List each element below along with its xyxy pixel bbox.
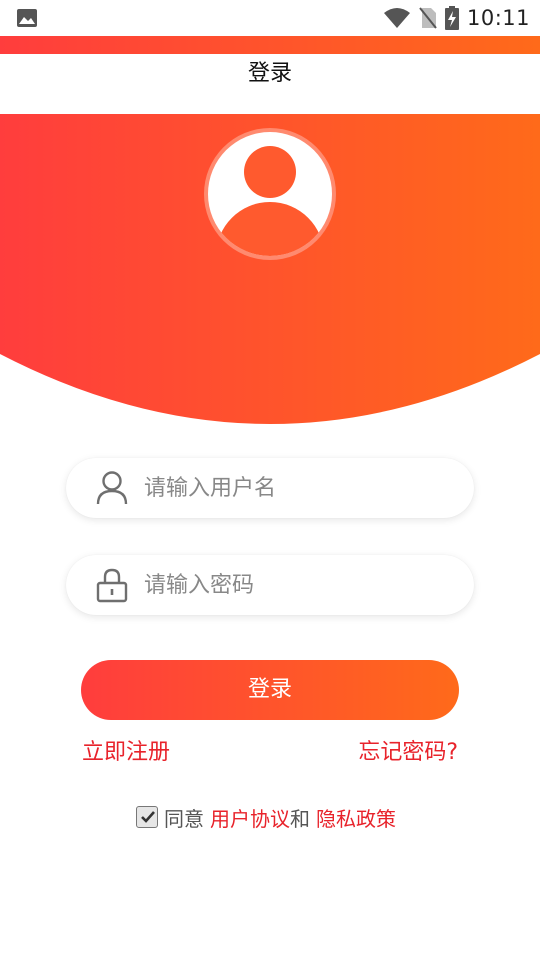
agreement-row: 同意 用户协议 和 隐私政策 — [136, 802, 396, 832]
status-bar: 10:11 — [0, 0, 540, 36]
register-link[interactable]: 立即注册 — [82, 736, 170, 770]
wifi-icon — [383, 8, 410, 28]
agreement-prefix: 同意 — [164, 806, 204, 831]
username-input[interactable] — [144, 466, 454, 510]
status-time: 10:11 — [466, 6, 530, 30]
lock-icon — [96, 568, 128, 603]
page-title: 登录 — [247, 61, 292, 86]
avatar — [204, 128, 336, 260]
password-input[interactable] — [144, 563, 454, 607]
battery-charging-icon — [444, 6, 459, 30]
privacy-policy-link[interactable]: 隐私政策 — [316, 803, 396, 832]
password-field[interactable] — [66, 555, 474, 615]
agreement-checkbox[interactable] — [136, 806, 158, 828]
checkmark-icon — [141, 811, 155, 823]
title-bar: 登录 — [0, 54, 540, 114]
user-icon — [96, 471, 128, 505]
image-icon — [17, 9, 37, 27]
header-gradient-strip — [0, 36, 540, 54]
agreement-conjunction: 和 — [290, 806, 310, 831]
user-agreement-link[interactable]: 用户协议 — [210, 803, 290, 832]
no-sim-icon — [419, 7, 437, 29]
username-field[interactable] — [66, 458, 474, 518]
login-button[interactable]: 登录 — [81, 660, 459, 720]
forgot-password-link[interactable]: 忘记密码? — [358, 736, 458, 770]
